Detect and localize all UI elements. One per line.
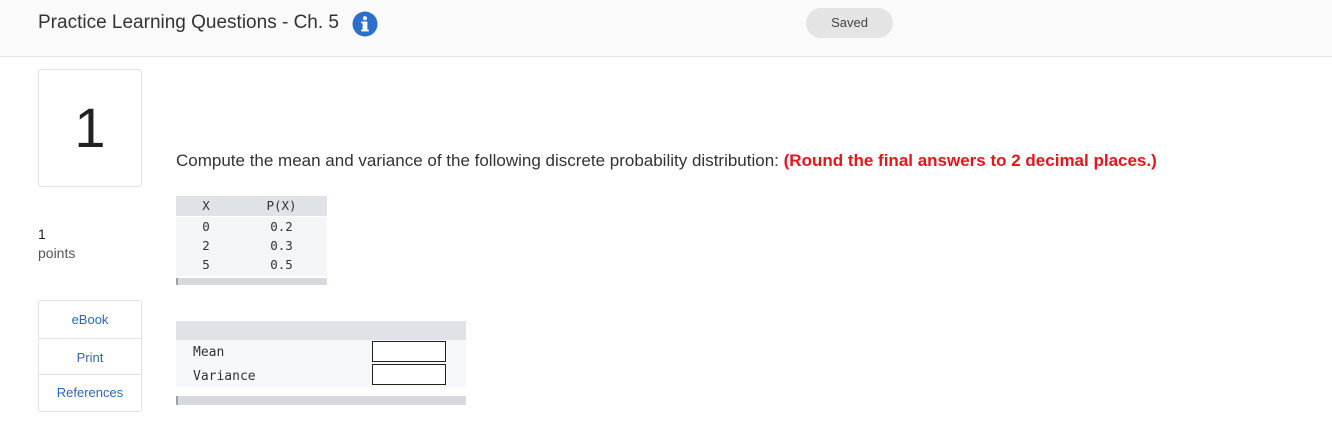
distribution-table: X P(X) 0 0.2 2 0.3 5 0.5 bbox=[176, 196, 327, 290]
answer-footer bbox=[176, 396, 466, 405]
mean-input[interactable] bbox=[372, 341, 446, 362]
variance-input[interactable] bbox=[372, 364, 446, 385]
print-link[interactable]: Print bbox=[39, 339, 141, 375]
cell-px: 0.2 bbox=[270, 219, 293, 234]
tools-panel: eBook Print References bbox=[38, 300, 142, 412]
saved-status-badge: Saved bbox=[806, 8, 893, 38]
points-value: 1 bbox=[38, 226, 46, 242]
rounding-instruction: (Round the final answers to 2 decimal pl… bbox=[783, 151, 1157, 170]
mean-label: Mean bbox=[193, 345, 225, 360]
cell-px: 0.3 bbox=[270, 238, 293, 253]
references-link[interactable]: References bbox=[39, 375, 141, 411]
distribution-footer bbox=[176, 278, 327, 285]
question-text: Compute the mean and variance of the fol… bbox=[176, 151, 1157, 171]
cell-x: 5 bbox=[202, 257, 210, 272]
question-number: 1 bbox=[38, 69, 142, 187]
answer-table: Mean Variance bbox=[176, 321, 466, 405]
info-icon[interactable] bbox=[352, 11, 378, 37]
variance-label: Variance bbox=[193, 369, 256, 384]
header-px: P(X) bbox=[266, 198, 297, 213]
assignment-header: Practice Learning Questions - Ch. 5 Save… bbox=[0, 0, 1332, 57]
cell-px: 0.5 bbox=[270, 257, 293, 272]
points-label: points bbox=[38, 245, 76, 261]
answer-header-row bbox=[176, 321, 466, 340]
cell-x: 2 bbox=[202, 238, 210, 253]
ebook-link[interactable]: eBook bbox=[39, 301, 141, 339]
assignment-title: Practice Learning Questions - Ch. 5 bbox=[38, 12, 339, 33]
question-prompt: Compute the mean and variance of the fol… bbox=[176, 151, 784, 170]
header-x: X bbox=[202, 198, 210, 213]
cell-x: 0 bbox=[202, 219, 210, 234]
